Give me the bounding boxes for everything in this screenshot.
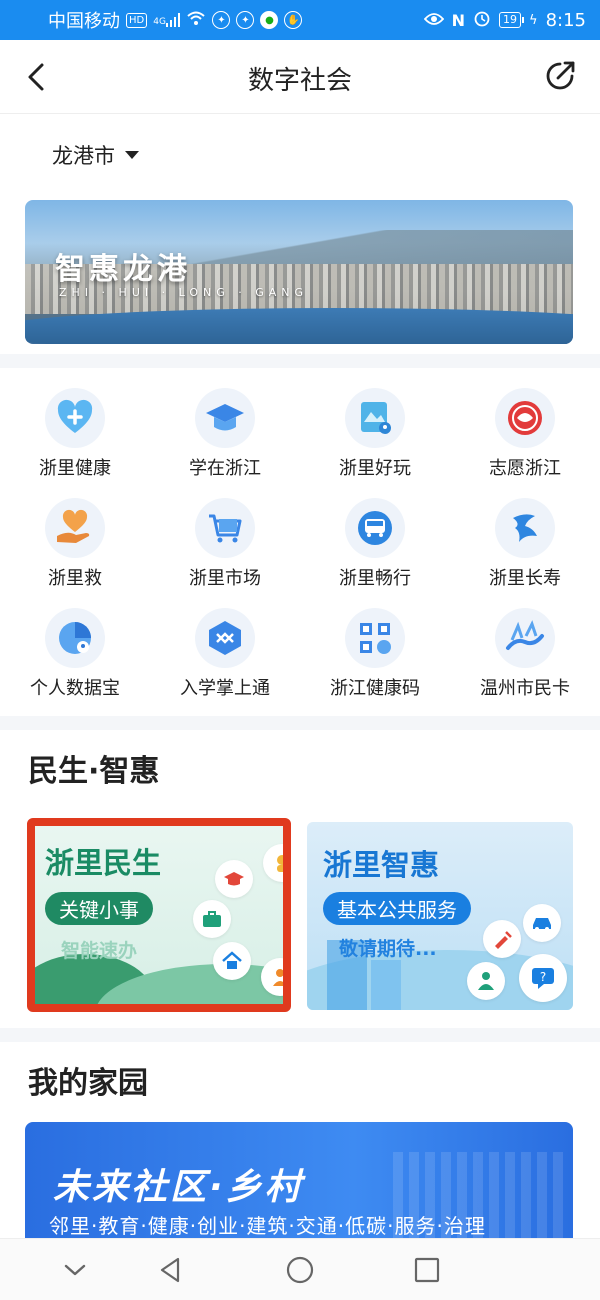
- nav-recents-square-icon[interactable]: [412, 1255, 442, 1285]
- city-selector[interactable]: 龙港市: [52, 140, 139, 170]
- nav-back-triangle-icon[interactable]: [156, 1255, 186, 1285]
- longevity-crane-icon: [495, 498, 555, 558]
- service-item-enrollment[interactable]: 入学掌上通: [150, 592, 300, 702]
- section-divider: [0, 716, 600, 730]
- service-item-travel[interactable]: 浙里畅行: [300, 482, 450, 592]
- service-item-health[interactable]: 浙里健康: [0, 372, 150, 482]
- svg-text:?: ?: [540, 970, 546, 984]
- service-item-market[interactable]: 浙里市场: [150, 482, 300, 592]
- network-type: 4G: [153, 17, 166, 27]
- service-label: 浙里健康: [39, 458, 111, 479]
- nav-home-circle-icon[interactable]: [285, 1255, 315, 1285]
- clock-time: 8:15: [545, 9, 586, 31]
- eye-icon: [423, 10, 444, 31]
- nfc-icon: N: [451, 10, 465, 30]
- bus-icon: [345, 498, 405, 558]
- bulb-icon: ✦: [212, 11, 231, 29]
- service-label: 入学掌上通: [180, 678, 270, 699]
- service-item-personal-data[interactable]: 个人数据宝: [0, 592, 150, 702]
- qr-code-icon: [345, 608, 405, 668]
- card-tag: 基本公共服务: [323, 892, 471, 925]
- banner-river: [25, 308, 573, 344]
- status-bar: 中国移动 HD 4G ✦ ✦ ● ✋ N 19 ϟ 8:15: [0, 0, 600, 40]
- service-item-fun[interactable]: 浙里好玩: [300, 372, 450, 482]
- livelihood-card-zhihui[interactable]: 浙里智惠 基本公共服务 敬请期待... ?: [307, 822, 573, 1010]
- city-banner[interactable]: 智惠龙港 ZHI · HUI · LONG · GANG: [25, 200, 573, 344]
- building-shape: [371, 960, 401, 1010]
- section-title-home: 我的家园: [28, 1066, 148, 1101]
- service-label: 温州市民卡: [480, 678, 570, 699]
- section-title-livelihood: 民生·智惠: [28, 754, 160, 789]
- service-label: 学在浙江: [189, 458, 261, 479]
- charging-icon: ϟ: [529, 12, 538, 28]
- section-divider: [0, 354, 600, 368]
- card-title: 浙里民生: [45, 846, 162, 880]
- service-label: 浙里好玩: [339, 458, 411, 479]
- shopping-cart-icon: [195, 498, 255, 558]
- future-community-banner[interactable]: 未来社区·乡村 邻里·教育·健康·创业·建筑·交通·低碳·服务·治理: [25, 1122, 573, 1242]
- briefcase-icon: [193, 900, 231, 938]
- school-box-icon: [195, 608, 255, 668]
- city-name: 龙港市: [52, 144, 115, 168]
- wifi-icon: [186, 10, 206, 31]
- card-subtitle: 敬请期待...: [339, 938, 437, 960]
- service-item-education[interactable]: 学在浙江: [150, 372, 300, 482]
- system-nav-bar: [0, 1238, 600, 1300]
- banner-title: 智惠龙港: [55, 252, 191, 287]
- baby-icon: [263, 844, 283, 882]
- carrier-name: 中国移动: [48, 11, 120, 32]
- reading-person-icon: [467, 962, 505, 1000]
- service-item-rescue[interactable]: 浙里救: [0, 482, 150, 592]
- scenic-map-icon: [345, 388, 405, 448]
- chevron-down-icon[interactable]: [60, 1255, 90, 1285]
- service-label: 志愿浙江: [489, 458, 561, 479]
- chat-app-icon: ●: [260, 11, 279, 29]
- house-icon: [213, 942, 251, 980]
- service-label: 浙里市场: [189, 568, 261, 589]
- service-label: 浙江健康码: [330, 678, 420, 699]
- nav-bar: 数字社会: [0, 40, 600, 114]
- car-icon: [523, 904, 561, 942]
- citizen-card-icon: [495, 608, 555, 668]
- service-item-citizen-card[interactable]: 温州市民卡: [450, 592, 600, 702]
- data-pie-icon: [45, 608, 105, 668]
- service-item-longevity[interactable]: 浙里长寿: [450, 482, 600, 592]
- bulb-icon: ✦: [236, 11, 255, 29]
- page-title: 数字社会: [247, 66, 352, 96]
- service-label: 浙里长寿: [489, 568, 561, 589]
- elderly-icon: [261, 958, 283, 996]
- service-item-volunteer[interactable]: 志愿浙江: [450, 372, 600, 482]
- card-tag: 关键小事: [45, 892, 153, 925]
- card-subtitle: 智能速办: [61, 940, 138, 962]
- hd-badge: HD: [126, 12, 148, 28]
- caret-down-icon: [125, 151, 139, 159]
- future-banner-subtitle: 邻里·教育·健康·创业·建筑·交通·低碳·服务·治理: [49, 1214, 486, 1238]
- volunteer-logo-icon: [495, 388, 555, 448]
- share-icon[interactable]: [542, 58, 578, 94]
- mortarboard-icon: [215, 860, 253, 898]
- health-heart-icon: [45, 388, 105, 448]
- alarm-icon: [473, 9, 491, 32]
- graduation-cap-icon: [195, 388, 255, 448]
- battery-icon: 19: [499, 12, 524, 28]
- section-divider: [0, 1028, 600, 1042]
- syringe-icon: [483, 920, 521, 958]
- card-title: 浙里智惠: [323, 848, 440, 882]
- future-banner-title: 未来社区·乡村: [53, 1167, 304, 1208]
- hand-icon: ✋: [284, 11, 303, 29]
- helping-hand-icon: [45, 498, 105, 558]
- banner-subtitle: ZHI · HUI · LONG · GANG: [59, 286, 309, 299]
- service-label: 浙里畅行: [339, 568, 411, 589]
- service-grid: 浙里健康 学在浙江 浙里好玩 志愿浙江 浙里救 浙里市场 浙里畅行 浙里长寿 个…: [0, 372, 600, 702]
- signal-icon: 4G: [153, 13, 181, 27]
- service-item-health-code[interactable]: 浙江健康码: [300, 592, 450, 702]
- question-chat-icon: ?: [519, 954, 567, 1002]
- livelihood-card-minsheng[interactable]: 浙里民生 关键小事 智能速办: [27, 818, 291, 1012]
- service-label: 个人数据宝: [30, 678, 120, 699]
- service-label: 浙里救: [48, 568, 102, 589]
